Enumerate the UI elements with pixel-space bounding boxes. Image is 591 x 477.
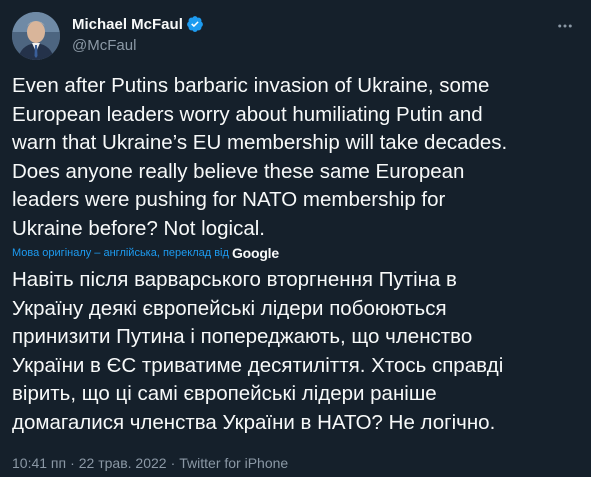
google-logo: Google [231,245,279,261]
author-display-name[interactable]: Michael McFaul [72,16,183,33]
separator: · [170,455,176,471]
tweet-metadata: 10:41 пп · 22 трав. 2022 · Twitter for i… [12,455,288,471]
translation-attribution: Мова оригіналу – англійська, переклад ві… [12,243,279,263]
more-options-icon[interactable] [555,16,575,36]
author-handle[interactable]: @McFaul [72,37,204,54]
tweet-time[interactable]: 10:41 пп [12,455,66,471]
tweet-text: Even after Putins barbaric invasion of U… [12,74,508,240]
tweet-date[interactable]: 22 трав. 2022 [79,455,167,471]
avatar-image [12,12,60,60]
separator: · [70,455,75,471]
translation-note-link[interactable]: Мова оригіналу – англійська, переклад ві… [12,247,229,259]
tweet-header: Michael McFaul @McFaul [12,12,579,60]
verified-badge-icon [186,15,204,33]
author-names: Michael McFaul @McFaul [72,14,204,54]
tweet-source[interactable]: Twitter for iPhone [179,455,288,471]
translated-text: Навіть після варварського вторгнення Пут… [12,268,504,434]
avatar[interactable] [12,12,60,60]
